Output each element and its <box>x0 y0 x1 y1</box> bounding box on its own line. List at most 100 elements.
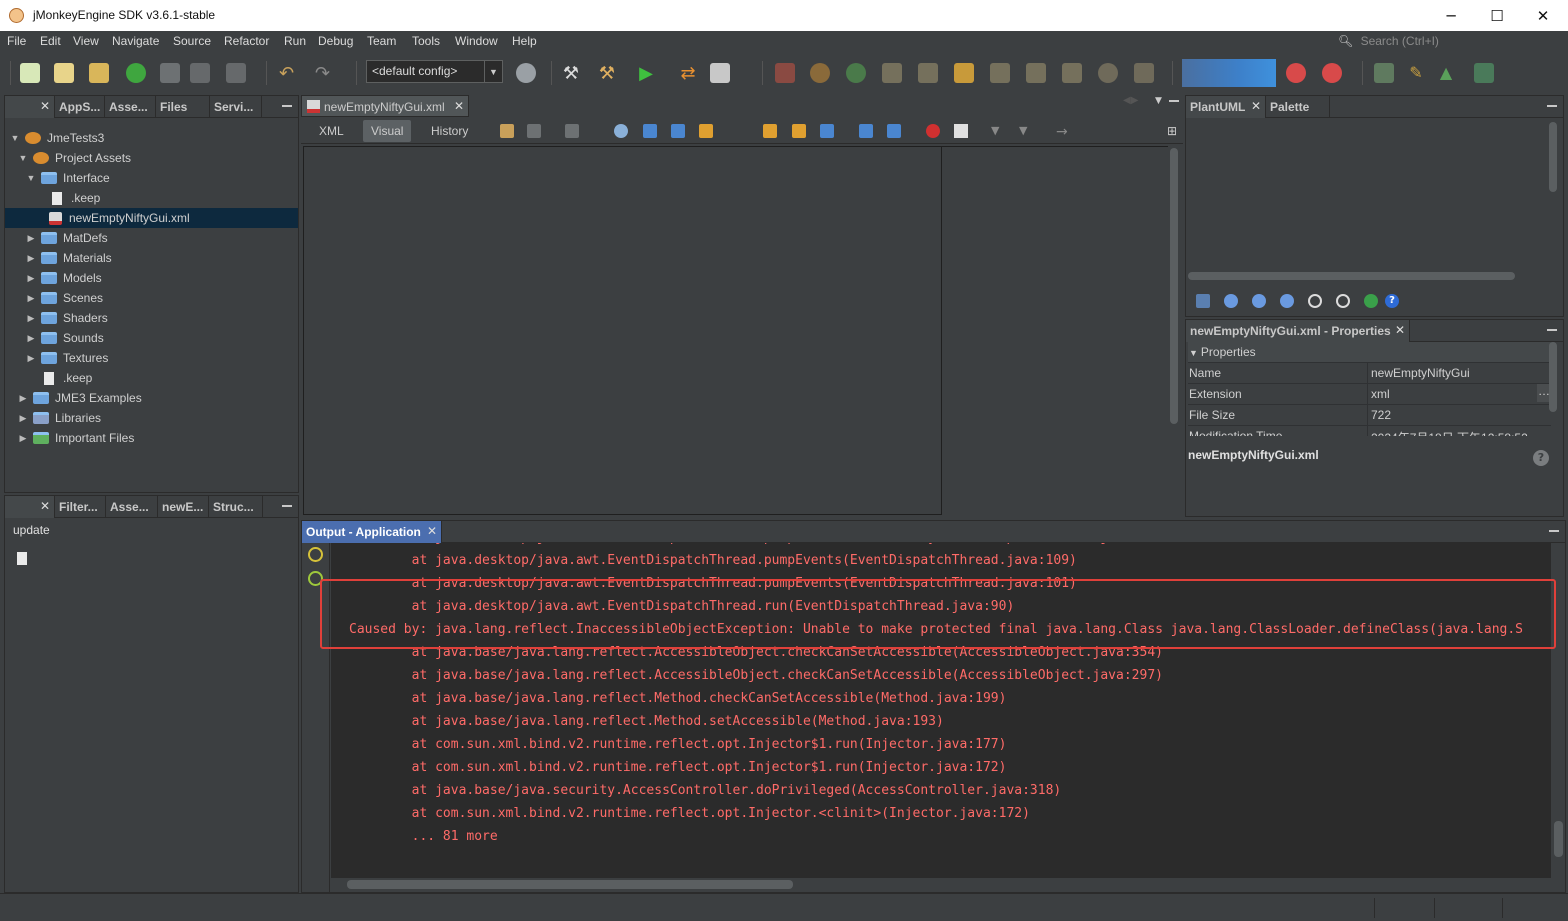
shift-left-icon[interactable] <box>763 124 777 138</box>
property-row[interactable]: Modification Time 2024年7月18日 下午12:58:52 <box>1188 426 1551 436</box>
profile-icon[interactable] <box>710 63 730 83</box>
menu-help[interactable]: Help <box>512 34 537 48</box>
forward-icon[interactable] <box>565 124 579 138</box>
tree-item[interactable]: newEmptyNiftyGui.xml <box>5 208 298 228</box>
menu-team[interactable]: Team <box>367 34 396 48</box>
source-icon[interactable] <box>500 124 514 138</box>
minimize-panel-icon[interactable] <box>1549 530 1559 532</box>
close-icon[interactable]: ✕ <box>1251 99 1261 113</box>
tree-item[interactable]: .keep <box>5 188 298 208</box>
record-macro-icon[interactable] <box>926 124 940 138</box>
quick-search[interactable]: 🔍︎ Search (Ctrl+I) <box>1338 34 1566 51</box>
properties-section-header[interactable]: ▼ Properties <box>1188 342 1551 363</box>
save-all-icon[interactable] <box>226 63 246 83</box>
minimize-button[interactable]: ─ <box>1428 0 1474 31</box>
globe-icon[interactable] <box>516 63 536 83</box>
close-icon[interactable]: ✕ <box>427 524 437 538</box>
menu-navigate[interactable]: Navigate <box>112 34 159 48</box>
filter-icon[interactable] <box>160 63 180 83</box>
collapse-triangle-icon[interactable]: ▶ <box>17 433 29 444</box>
tree-item[interactable]: ▶ MatDefs <box>5 228 298 248</box>
tree-item[interactable]: ▶ Libraries <box>5 408 298 428</box>
rerun-question-icon[interactable] <box>308 547 323 562</box>
find-icon[interactable] <box>614 124 628 138</box>
menu-window[interactable]: Window <box>455 34 498 48</box>
menu-tools[interactable]: Tools <box>412 34 440 48</box>
arrow-right-icon[interactable]: → <box>1056 124 1070 140</box>
refresh-icon[interactable] <box>1308 294 1322 308</box>
clean-build-icon[interactable]: ⚒ <box>597 63 617 84</box>
step-over-icon[interactable] <box>882 63 902 83</box>
menu-debug[interactable]: Debug <box>318 34 353 48</box>
back-icon[interactable] <box>527 124 541 138</box>
new-file-icon[interactable] <box>20 63 40 83</box>
search-input[interactable]: Search (Ctrl+I) <box>1361 34 1439 48</box>
tab-scroll-arrows[interactable]: ◀▶ <box>1123 95 1138 106</box>
expand-triangle-icon[interactable]: ▼ <box>17 153 29 163</box>
thread-icon[interactable] <box>1098 63 1118 83</box>
collapse-triangle-icon[interactable]: ▶ <box>25 313 37 324</box>
camera-icon[interactable] <box>1134 63 1154 83</box>
tree-item[interactable]: ▼ JmeTests3 <box>5 128 298 148</box>
tree-item[interactable]: ▶ Shaders <box>5 308 298 328</box>
stop-macro-icon[interactable] <box>954 124 968 138</box>
continue-icon[interactable] <box>846 63 866 83</box>
tab-assets[interactable]: Asse... <box>105 96 156 118</box>
minimize-panel-icon[interactable] <box>1547 105 1557 107</box>
maximize-button[interactable]: ☐ <box>1474 0 1520 31</box>
vehicle-icon[interactable] <box>1474 63 1494 83</box>
memory-gauge[interactable] <box>1182 59 1276 87</box>
build-hammer-icon[interactable]: ⚒ <box>561 63 581 84</box>
zoom-in-icon[interactable] <box>1224 294 1238 308</box>
editor-tab[interactable]: newEmptyNiftyGui.xml ✕ <box>301 95 469 117</box>
view-tab-visual[interactable]: Visual <box>363 120 412 142</box>
minimize-panel-icon[interactable] <box>282 505 292 507</box>
redo-icon[interactable]: ↷ <box>315 63 335 84</box>
close-icon[interactable]: ✕ <box>40 99 50 113</box>
menu-edit[interactable]: Edit <box>40 34 61 48</box>
take-snapshot-icon[interactable] <box>1062 63 1082 83</box>
property-row[interactable]: Extension xml… <box>1188 384 1551 405</box>
tab-navigator[interactable]: ✕ <box>5 496 55 518</box>
paint-icon[interactable]: ✎ <box>1406 63 1426 83</box>
property-value[interactable]: xml <box>1371 387 1390 401</box>
close-icon[interactable]: ✕ <box>454 99 464 113</box>
close-icon[interactable]: ✕ <box>1395 323 1405 337</box>
debug-icon[interactable]: ⇄ <box>678 63 698 84</box>
rotate-icon[interactable] <box>1336 294 1350 308</box>
scene-composer-icon[interactable] <box>1374 63 1394 83</box>
menu-source[interactable]: Source <box>173 34 211 48</box>
tab-services[interactable]: Servi... <box>210 96 262 118</box>
zoom-out-icon[interactable] <box>1252 294 1266 308</box>
plantuml-vertical-scrollbar[interactable] <box>1549 122 1557 192</box>
profiler-icon[interactable] <box>1286 63 1306 83</box>
navigator-item[interactable]: update <box>13 523 50 537</box>
tab-appstates[interactable]: AppS... <box>55 96 105 118</box>
tab-palette[interactable]: Palette <box>1266 96 1330 118</box>
zoom-fit-icon[interactable] <box>1280 294 1294 308</box>
pause-icon[interactable] <box>810 63 830 83</box>
tree-item[interactable]: ▶ Models <box>5 268 298 288</box>
close-icon[interactable]: ✕ <box>40 499 50 513</box>
tree-item[interactable]: ▼ Interface <box>5 168 298 188</box>
help-icon[interactable]: ? <box>1385 294 1399 308</box>
menu-run[interactable]: Run <box>284 34 306 48</box>
tree-item[interactable]: ▶ Important Files <box>5 428 298 448</box>
tab-output-application[interactable]: Output - Application ✕ <box>302 521 442 543</box>
minimize-panel-icon[interactable] <box>1169 100 1179 102</box>
collapse-triangle-icon[interactable]: ▶ <box>17 413 29 424</box>
property-value[interactable]: newEmptyNiftyGui <box>1368 363 1551 383</box>
collapse-triangle-icon[interactable]: ▶ <box>25 353 37 364</box>
next-occurrence-icon[interactable] <box>671 124 685 138</box>
view-tab-xml[interactable]: XML <box>311 120 352 142</box>
chevron-down-icon[interactable]: ▼ <box>1155 96 1162 106</box>
output-horizontal-scrollbar[interactable] <box>347 880 793 889</box>
collapse-triangle-icon[interactable]: ▶ <box>25 333 37 344</box>
undo-icon[interactable]: ↶ <box>279 63 299 84</box>
tab-filter[interactable]: Filter... <box>55 496 106 518</box>
stop-icon[interactable] <box>775 63 795 83</box>
new-project-icon[interactable] <box>54 63 74 83</box>
close-window-button[interactable]: ✕ <box>1520 0 1566 31</box>
expand-triangle-icon[interactable]: ▼ <box>25 173 37 183</box>
menu-view[interactable]: View <box>73 34 99 48</box>
